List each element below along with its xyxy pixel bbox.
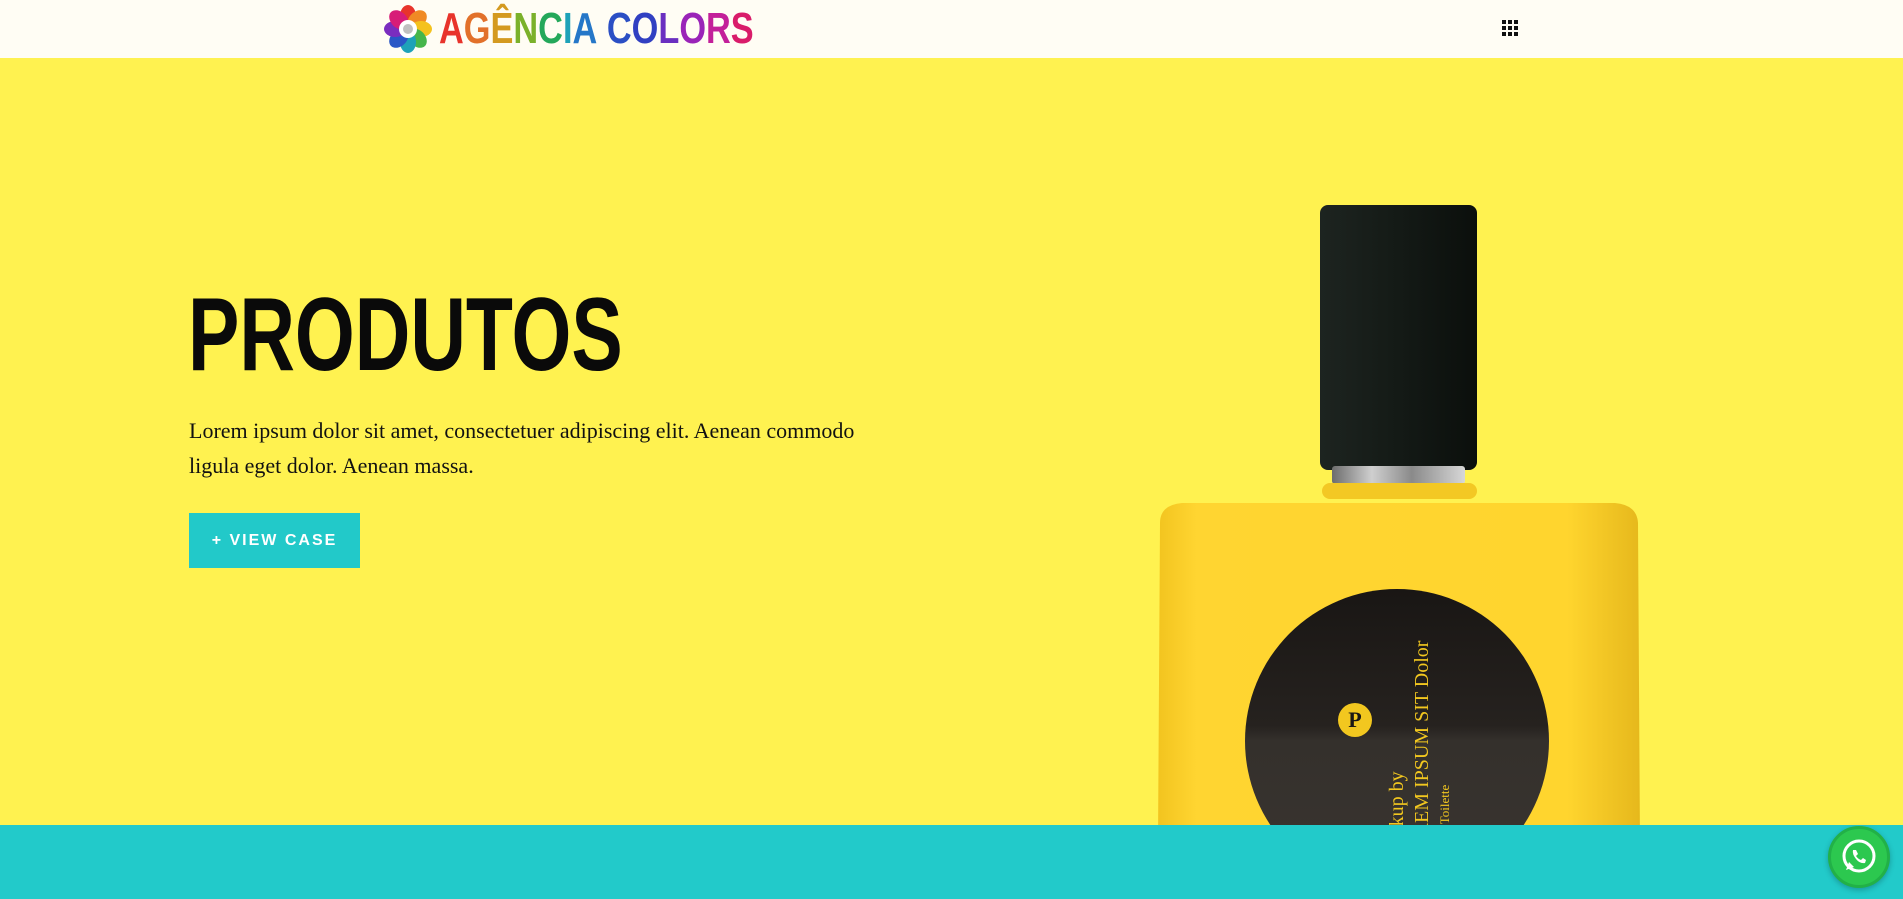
logo-letter: G: [463, 4, 491, 53]
logo-letter: C: [606, 4, 632, 53]
bottle-label: P: [1338, 703, 1372, 737]
logo-letter: L: [658, 4, 680, 53]
menu-grid-icon[interactable]: [1502, 20, 1520, 38]
label-line-1: Mockup by: [1386, 771, 1408, 825]
label-line-3: Eau de Toilette: [1437, 784, 1452, 825]
site-header: AGÊNCIA COLORS: [0, 0, 1903, 58]
logo-letter: Ê: [490, 4, 514, 53]
logo-letter: I: [562, 4, 573, 53]
hero-section: PRODUTOS Lorem ipsum dolor sit amet, con…: [0, 58, 1903, 825]
hero-description: Lorem ipsum dolor sit amet, consectetuer…: [189, 418, 855, 478]
whatsapp-icon: [1842, 839, 1876, 873]
logo-letter: N: [513, 4, 539, 53]
logo-letter: R: [706, 4, 731, 53]
logo-letter: O: [679, 4, 707, 53]
logo-letter: A: [572, 4, 598, 53]
logo-letter: C: [538, 4, 563, 53]
logo-letter: A: [439, 4, 464, 53]
teal-section: [0, 825, 1903, 899]
bottle-label-text: Mockup by LOREM IPSUM SIT Dolor Eau de T…: [1385, 641, 1475, 825]
logo-link[interactable]: AGÊNCIA COLORS: [383, 4, 842, 54]
logo-text: AGÊNCIA COLORS: [439, 4, 754, 54]
label-line-2: LOREM IPSUM SIT Dolor: [1411, 640, 1433, 825]
whatsapp-button[interactable]: [1828, 826, 1890, 888]
bottle-badge-letter: P: [1348, 707, 1362, 732]
logo-letter: [597, 4, 607, 53]
view-case-button[interactable]: + VIEW CASE: [189, 513, 360, 568]
logo-letter: O: [631, 4, 659, 53]
logo-flower-icon: [383, 4, 433, 54]
logo-letter: S: [730, 4, 754, 53]
hero-title: PRODUTOS: [188, 277, 623, 393]
